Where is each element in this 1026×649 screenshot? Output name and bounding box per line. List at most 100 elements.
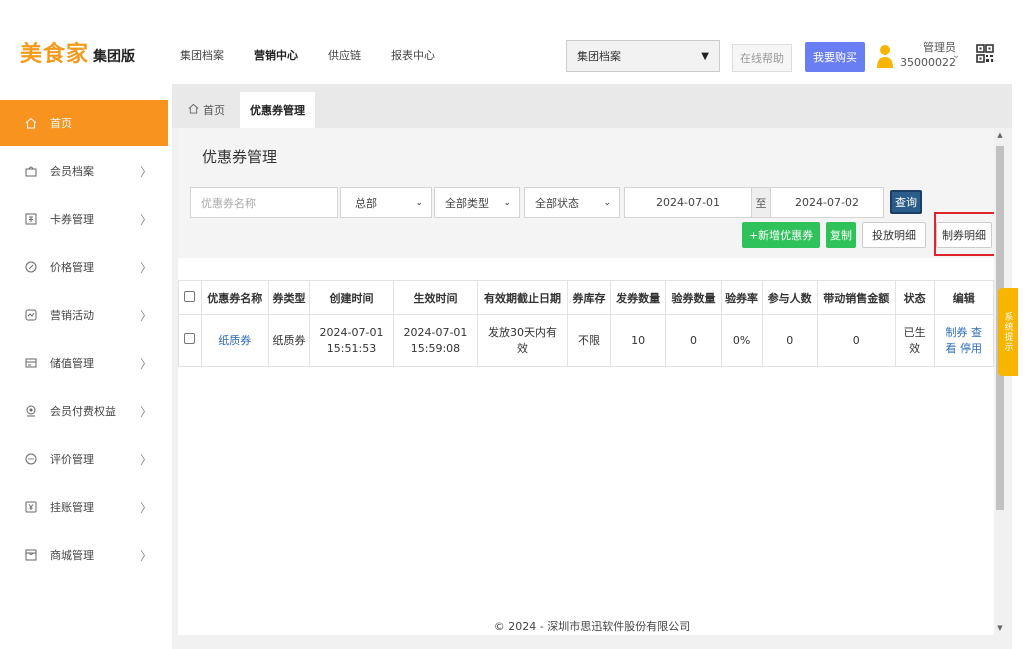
cell-status: 已生 效 — [894, 314, 935, 367]
cell-name: 纸质券 — [200, 314, 270, 367]
sidebar-item-label: 卡券管理 — [50, 213, 94, 226]
select-all-checkbox[interactable] — [184, 290, 196, 302]
column-header[interactable]: 券类型 — [268, 280, 311, 315]
cell-expiry: 发放30天内有 效 — [476, 314, 569, 367]
system-tip-tab[interactable]: 系统提示 — [998, 288, 1018, 376]
scroll-up-arrow-icon[interactable]: ▲ — [994, 128, 1006, 142]
nav-marketing-center[interactable]: 营销中心 — [254, 47, 298, 63]
group-select[interactable]: 集团档案 ▼ — [566, 40, 720, 72]
row-checkbox[interactable] — [184, 332, 196, 344]
copy-button[interactable]: 复制 — [826, 222, 856, 248]
chevron-down-icon[interactable]: ⌄ — [952, 50, 960, 61]
chevron-right-icon: 〉 — [139, 308, 152, 323]
chevron-right-icon: 〉 — [139, 452, 152, 467]
column-header[interactable]: 状态 — [894, 280, 935, 315]
sidebar-item-card-coupon[interactable]: 卡券管理 〉 — [0, 196, 168, 242]
date-to-input[interactable]: 2024-07-02 — [770, 187, 884, 218]
column-header[interactable]: 优惠券名称 — [200, 280, 270, 315]
sidebar-item-label: 商城管理 — [50, 549, 94, 562]
review-icon — [24, 452, 38, 466]
qr-code-icon[interactable] — [976, 44, 994, 64]
paid-benefit-icon — [24, 404, 38, 418]
column-header[interactable]: 有效期截止日期 — [476, 280, 569, 315]
sidebar-item-review[interactable]: 评价管理 〉 — [0, 436, 168, 482]
footer-copyright: © 2024 - 深圳市思迅软件股份有限公司 — [493, 620, 691, 633]
sidebar-item-marketing[interactable]: 营销活动 〉 — [0, 292, 168, 338]
nav-group-archive[interactable]: 集团档案 — [180, 47, 224, 63]
issue-detail-button[interactable]: 投放明细 — [862, 222, 926, 248]
coupon-name-link[interactable]: 纸质券 — [218, 334, 251, 347]
add-coupon-button[interactable]: +新增优惠券 — [742, 222, 820, 248]
sidebar-item-credit[interactable]: 挂账管理 〉 — [0, 484, 168, 530]
chevron-right-icon: 〉 — [139, 212, 152, 227]
status-line: 已生 — [903, 325, 926, 339]
user-avatar-icon[interactable] — [877, 44, 893, 70]
chevron-down-icon: ⌄ — [603, 197, 611, 208]
tab-coupon-management[interactable]: 优惠券管理 — [240, 92, 315, 128]
vertical-scrollbar[interactable]: ▲ ▼ — [994, 128, 1006, 635]
chevron-right-icon: 〉 — [139, 500, 152, 515]
column-header[interactable]: 参与人数 — [761, 280, 818, 315]
column-header[interactable]: 生效时间 — [392, 280, 478, 315]
sidebar-item-label: 储值管理 — [50, 357, 94, 370]
user-info[interactable]: 管理员 35000022 — [900, 40, 956, 70]
store-select-value: 总部 — [355, 196, 377, 210]
nav-report-center[interactable]: 报表中心 — [391, 47, 435, 63]
help-button[interactable]: 在线帮助 — [732, 44, 792, 72]
sidebar-item-stored-value[interactable]: 储值管理 〉 — [0, 340, 168, 386]
member-icon — [24, 164, 38, 178]
status-select-value: 全部状态 — [535, 196, 579, 210]
column-header[interactable]: 带动销售金额 — [816, 280, 896, 315]
column-header[interactable]: 券库存 — [567, 280, 612, 315]
page-title: 优惠券管理 — [202, 148, 278, 166]
home-icon — [188, 103, 199, 117]
status-line: 效 — [909, 341, 921, 355]
type-select[interactable]: 全部类型 ⌄ — [434, 187, 520, 218]
cell-issued: 10 — [610, 314, 667, 367]
sidebar-item-price[interactable]: 价格管理 〉 — [0, 244, 168, 290]
card-icon — [24, 212, 38, 226]
nav-supply-chain[interactable]: 供应链 — [328, 47, 361, 63]
chevron-down-icon: ⌄ — [415, 197, 423, 208]
query-button[interactable]: 查询 — [890, 190, 922, 214]
sidebar-item-paid-benefits[interactable]: 会员付费权益 〉 — [0, 388, 168, 434]
marketing-icon — [24, 308, 38, 322]
cell-stock: 不限 — [567, 314, 612, 367]
sidebar-item-home[interactable]: 首页 — [0, 100, 168, 146]
view-link-part1[interactable]: 查 — [971, 326, 982, 339]
column-header[interactable]: 发券数量 — [610, 280, 667, 315]
column-header[interactable]: 验券率 — [720, 280, 763, 315]
home-icon — [24, 116, 38, 130]
sidebar-item-mall[interactable]: 商城管理 〉 — [0, 532, 168, 578]
cell-sales: 0 — [816, 314, 896, 367]
view-link-part2[interactable]: 看 — [946, 342, 957, 355]
expiry-line: 发放30天内有 — [487, 325, 557, 339]
buy-button[interactable]: 我要购买 — [805, 42, 865, 72]
status-select[interactable]: 全部状态 ⌄ — [524, 187, 620, 218]
brand-name: 美食家 — [20, 42, 90, 67]
sidebar-item-member-archive[interactable]: 会员档案 〉 — [0, 148, 168, 194]
cell-verified: 0 — [665, 314, 722, 367]
logo[interactable]: 美食家 集团版 — [20, 36, 135, 68]
table-row: 纸质券 纸质券 2024-07-01 15:51:53 2024-07-01 1… — [178, 314, 995, 367]
content-panel: 优惠券管理 优惠券名称 总部 ⌄ 全部类型 ⌄ 全部状态 ⌄ 2024-07-0… — [178, 128, 996, 635]
make-coupon-link[interactable]: 制券 — [946, 326, 968, 339]
cell-participants: 0 — [761, 314, 818, 367]
coupon-name-input[interactable]: 优惠券名称 — [190, 187, 338, 218]
group-select-value: 集团档案 — [577, 50, 621, 63]
column-header[interactable]: 编辑 — [933, 280, 995, 315]
row-select-cell — [178, 314, 202, 367]
column-header[interactable]: 验券数量 — [665, 280, 722, 315]
highlight-box — [934, 212, 996, 256]
date-from-input[interactable]: 2024-07-01 — [624, 187, 752, 218]
store-select[interactable]: 总部 ⌄ — [340, 187, 432, 218]
column-header[interactable]: 创建时间 — [309, 280, 394, 315]
date-range-separator: 至 — [752, 187, 770, 218]
sidebar-item-label: 首页 — [50, 117, 72, 130]
created-time: 15:51:53 — [326, 341, 377, 355]
sidebar-item-label: 会员付费权益 — [50, 405, 116, 418]
caret-down-icon: ▼ — [701, 50, 709, 62]
tab-home[interactable]: 首页 — [178, 92, 235, 128]
expiry-line: 效 — [516, 341, 528, 355]
disable-link[interactable]: 停用 — [960, 342, 982, 355]
